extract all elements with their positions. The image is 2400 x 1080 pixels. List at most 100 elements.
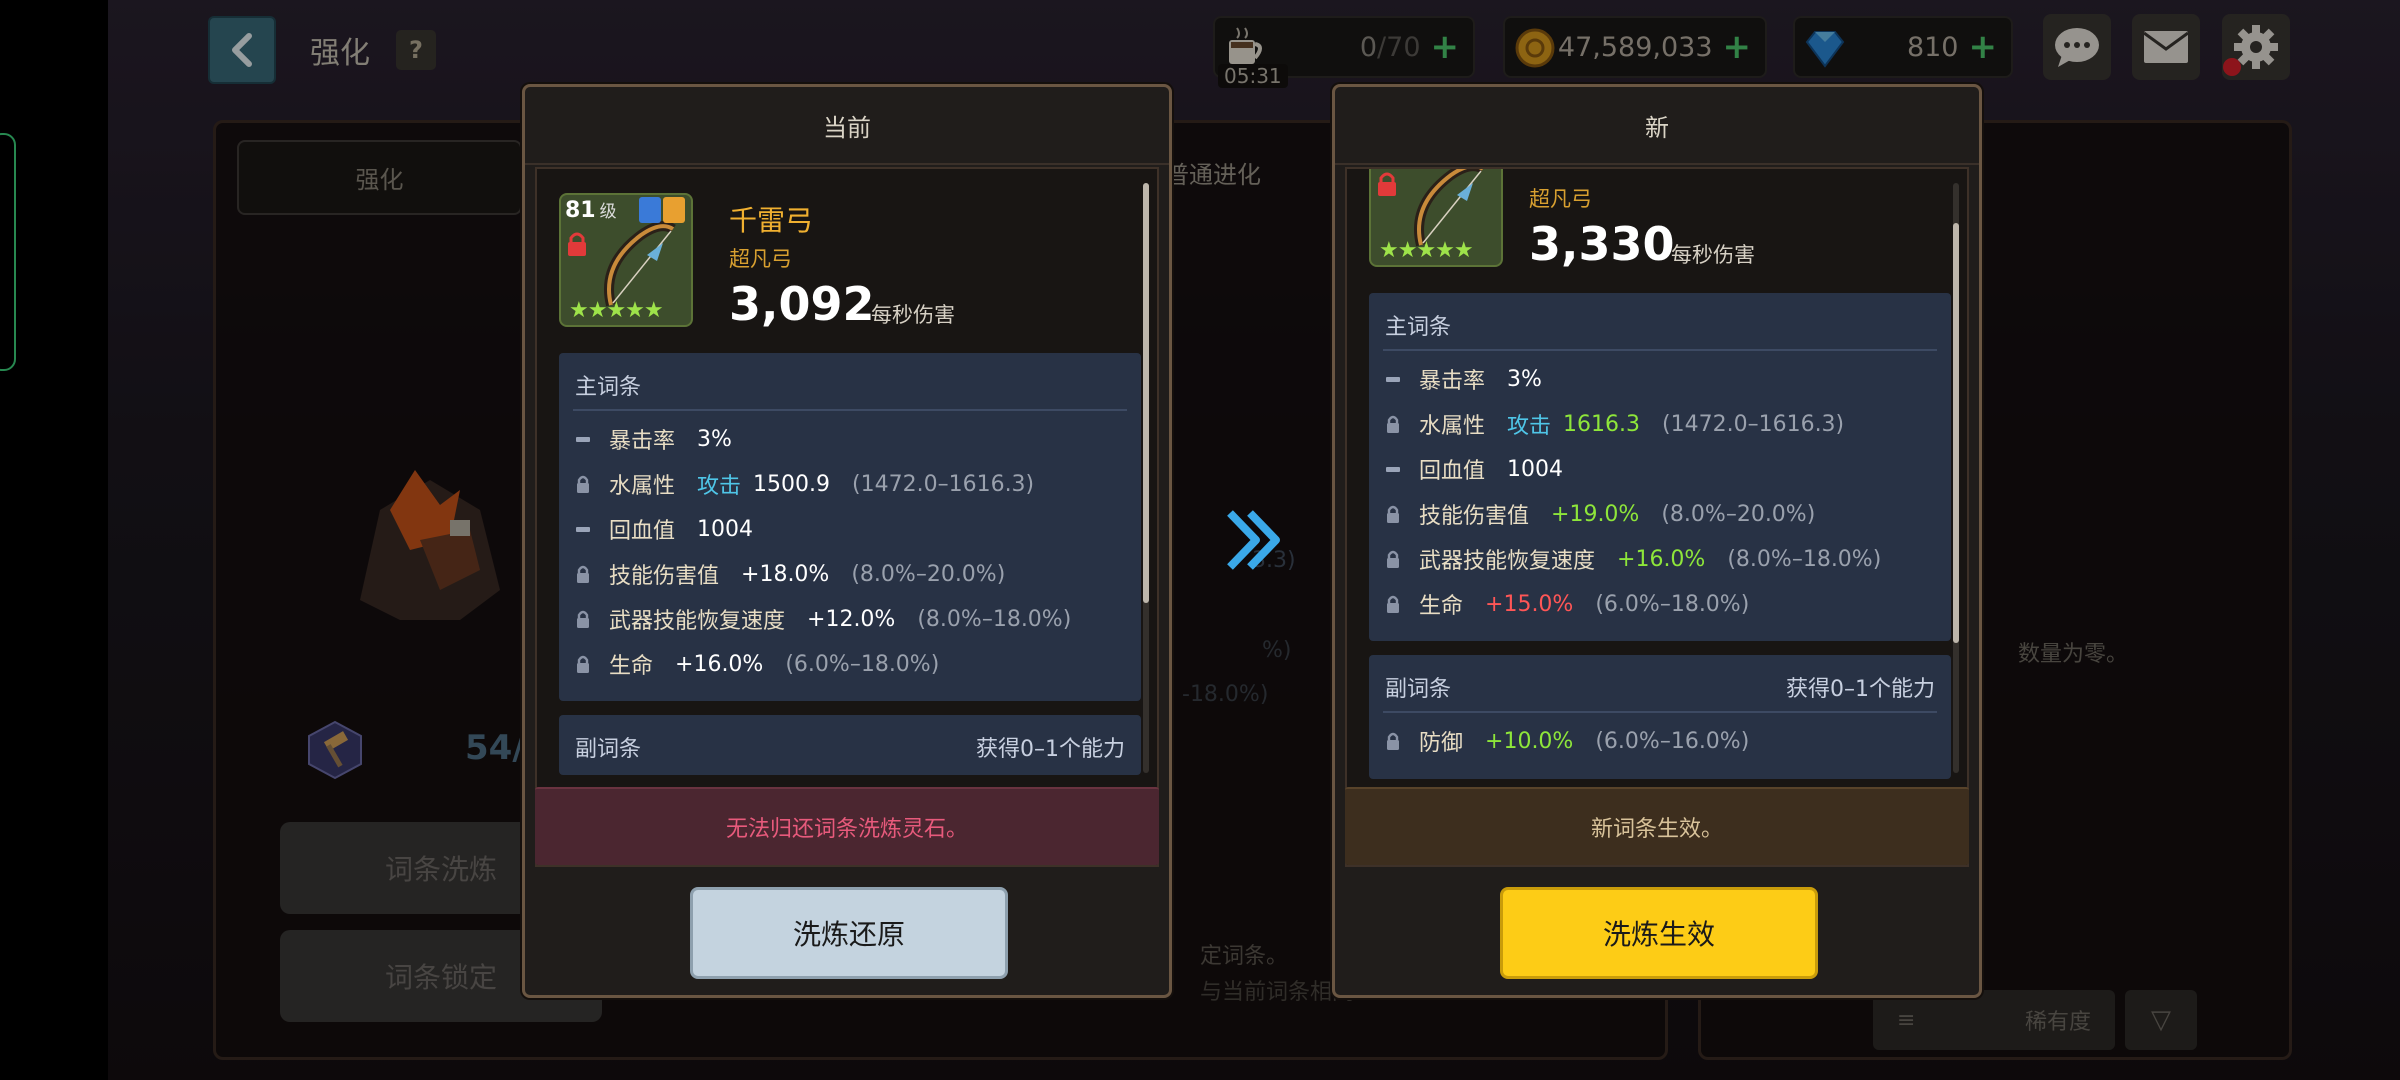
attribute-row: 武器技能恢复速度 +12.0% (8.0%–18.0%) bbox=[573, 597, 1127, 641]
attribute-row: 武器技能恢复速度 +16.0% (8.0%–18.0%) bbox=[1383, 537, 1937, 581]
item-level: 81 级 bbox=[565, 198, 617, 223]
attribute-name: 水属性 bbox=[1419, 414, 1486, 439]
new-attributes-panel: 新 ★★★★★ 超凡弓 3,330 每秒伤害 主词条 暴击率 3% 水属性 攻击… bbox=[1332, 84, 1982, 998]
attribute-range: (8.0%–18.0%) bbox=[1727, 546, 1882, 572]
attribute-row: 技能伤害值 +18.0% (8.0%–20.0%) bbox=[573, 552, 1127, 596]
scrollbar-thumb[interactable] bbox=[1953, 223, 1959, 643]
dash-icon bbox=[573, 436, 593, 442]
item-rarity: 超凡弓 bbox=[1529, 187, 1592, 211]
lock-icon bbox=[577, 565, 589, 583]
lock-toggle[interactable] bbox=[573, 564, 593, 584]
modal-dim-overlay bbox=[0, 0, 2400, 1080]
dash-icon bbox=[573, 526, 593, 532]
lock-icon bbox=[577, 655, 589, 673]
item-icon: 81 级 ★★★★★ bbox=[559, 193, 693, 327]
attribute-name: 技能伤害值 bbox=[609, 564, 720, 589]
attribute-row: 防御 +10.0% (6.0%–16.0%) bbox=[1383, 719, 1937, 763]
attribute-row: 暴击率 3% bbox=[573, 417, 1127, 461]
attribute-range: (8.0%–20.0%) bbox=[851, 561, 1006, 587]
notice-warning: 无法归还词条洗炼灵石。 bbox=[535, 787, 1159, 865]
dash-icon bbox=[1383, 466, 1403, 472]
lock-toggle[interactable] bbox=[1383, 594, 1403, 614]
main-attributes-title: 主词条 bbox=[575, 375, 642, 400]
attribute-name: 水属性 bbox=[609, 474, 676, 499]
star-rating: ★★★★★ bbox=[569, 298, 664, 323]
game-screen: 强化 普通进化 54/ 词条洗炼 词条锁定 定词条。 与当前词条相同 数量为零。… bbox=[0, 0, 2400, 1080]
attribute-name: 暴击率 bbox=[609, 429, 676, 454]
attribute-value: 1616.3 bbox=[1563, 411, 1641, 437]
lock-icon bbox=[1378, 172, 1396, 196]
sub-attributes-box: 副词条 获得0–1个能力 bbox=[559, 715, 1141, 775]
item-rarity: 超凡弓 bbox=[729, 247, 792, 271]
lock-toggle[interactable] bbox=[1383, 549, 1403, 569]
attribute-range: (6.0%–18.0%) bbox=[785, 651, 940, 677]
sub-attributes-note: 获得0–1个能力 bbox=[1786, 677, 1935, 702]
item-dps: 3,092 bbox=[729, 277, 875, 331]
notice-info: 新词条生效。 bbox=[1345, 787, 1969, 865]
lock-icon bbox=[1387, 595, 1399, 613]
attribute-range: (1472.0–1616.3) bbox=[852, 471, 1035, 497]
lock-toggle[interactable] bbox=[1383, 504, 1403, 524]
attribute-row: 生命 +16.0% (6.0%–18.0%) bbox=[573, 642, 1127, 686]
dps-label: 每秒伤害 bbox=[1671, 243, 1755, 267]
attribute-value: 3% bbox=[1507, 366, 1542, 392]
scrollbar[interactable] bbox=[1953, 183, 1959, 773]
attribute-value: +15.0% bbox=[1485, 591, 1574, 617]
attribute-name: 技能伤害值 bbox=[1419, 504, 1530, 529]
item-dps: 3,330 bbox=[1529, 217, 1675, 271]
dash-icon bbox=[1383, 376, 1403, 382]
attribute-name: 生命 bbox=[1419, 594, 1464, 619]
badge-icon bbox=[639, 197, 661, 223]
divider bbox=[1383, 711, 1937, 713]
lock-icon bbox=[568, 232, 586, 256]
sub-attributes-title: 副词条 bbox=[575, 737, 642, 762]
attribute-name: 武器技能恢复速度 bbox=[609, 609, 786, 634]
attribute-value: 1500.9 bbox=[753, 471, 831, 497]
scrollbar-thumb[interactable] bbox=[1143, 183, 1149, 603]
divider bbox=[1383, 349, 1937, 351]
lock-toggle[interactable] bbox=[573, 654, 593, 674]
attribute-value: +10.0% bbox=[1485, 728, 1574, 754]
sub-attributes-box: 副词条 获得0–1个能力 防御 +10.0% (6.0%–16.0%) bbox=[1369, 655, 1951, 779]
lock-toggle[interactable] bbox=[573, 474, 593, 494]
badge-icon bbox=[663, 197, 685, 223]
attribute-name: 回血值 bbox=[1419, 459, 1486, 484]
attribute-range: (6.0%–18.0%) bbox=[1595, 591, 1750, 617]
attribute-value: +19.0% bbox=[1551, 501, 1640, 527]
lock-toggle[interactable] bbox=[1383, 414, 1403, 434]
sub-attributes-note: 获得0–1个能力 bbox=[976, 737, 1125, 762]
attribute-value: +16.0% bbox=[675, 651, 764, 677]
attribute-row: 生命 +15.0% (6.0%–18.0%) bbox=[1383, 582, 1937, 626]
attribute-value: 1004 bbox=[1507, 456, 1564, 482]
lock-icon bbox=[577, 475, 589, 493]
sub-attributes-title: 副词条 bbox=[1385, 677, 1452, 702]
star-rating: ★★★★★ bbox=[1379, 238, 1474, 263]
main-attributes-box: 主词条 暴击率 3% 水属性 攻击 1500.9 (1472.0–1616.3) 回血值 10… bbox=[559, 353, 1141, 701]
new-attributes-list[interactable]: ★★★★★ 超凡弓 3,330 每秒伤害 主词条 暴击率 3% 水属性 攻击 1616.… bbox=[1345, 167, 1969, 867]
lock-toggle[interactable] bbox=[1383, 731, 1403, 751]
apply-button[interactable]: 洗炼生效 bbox=[1500, 887, 1818, 979]
attribute-element: 攻击 bbox=[697, 474, 742, 499]
attribute-range: (6.0%–16.0%) bbox=[1595, 728, 1750, 754]
scrollbar[interactable] bbox=[1143, 183, 1149, 773]
attribute-element: 攻击 bbox=[1507, 414, 1552, 439]
attribute-value: 3% bbox=[697, 426, 732, 452]
lock-icon bbox=[1387, 505, 1399, 523]
main-attributes-box: 主词条 暴击率 3% 水属性 攻击 1616.3 (1472.0–1616.3) 回血值 10… bbox=[1369, 293, 1951, 641]
attribute-row: 暴击率 3% bbox=[1383, 357, 1937, 401]
lock-icon bbox=[1387, 550, 1399, 568]
restore-button[interactable]: 洗炼还原 bbox=[690, 887, 1008, 979]
main-attributes-title: 主词条 bbox=[1385, 315, 1452, 340]
lock-icon bbox=[577, 610, 589, 628]
item-badges bbox=[639, 197, 685, 223]
lock-icon bbox=[1387, 732, 1399, 750]
attribute-value: +12.0% bbox=[807, 606, 896, 632]
attribute-row: 水属性 攻击 1616.3 (1472.0–1616.3) bbox=[1383, 402, 1937, 446]
attribute-name: 回血值 bbox=[609, 519, 676, 544]
current-attributes-list[interactable]: 81级 ★★★★★ 千雷弓 超凡弓 3,092 每秒伤害 主词条 暴击率 3% bbox=[535, 167, 1159, 867]
attribute-name: 防御 bbox=[1419, 731, 1464, 756]
lock-icon bbox=[1387, 415, 1399, 433]
attribute-value: +16.0% bbox=[1617, 546, 1706, 572]
lock-toggle[interactable] bbox=[573, 609, 593, 629]
dps-label: 每秒伤害 bbox=[871, 303, 955, 327]
